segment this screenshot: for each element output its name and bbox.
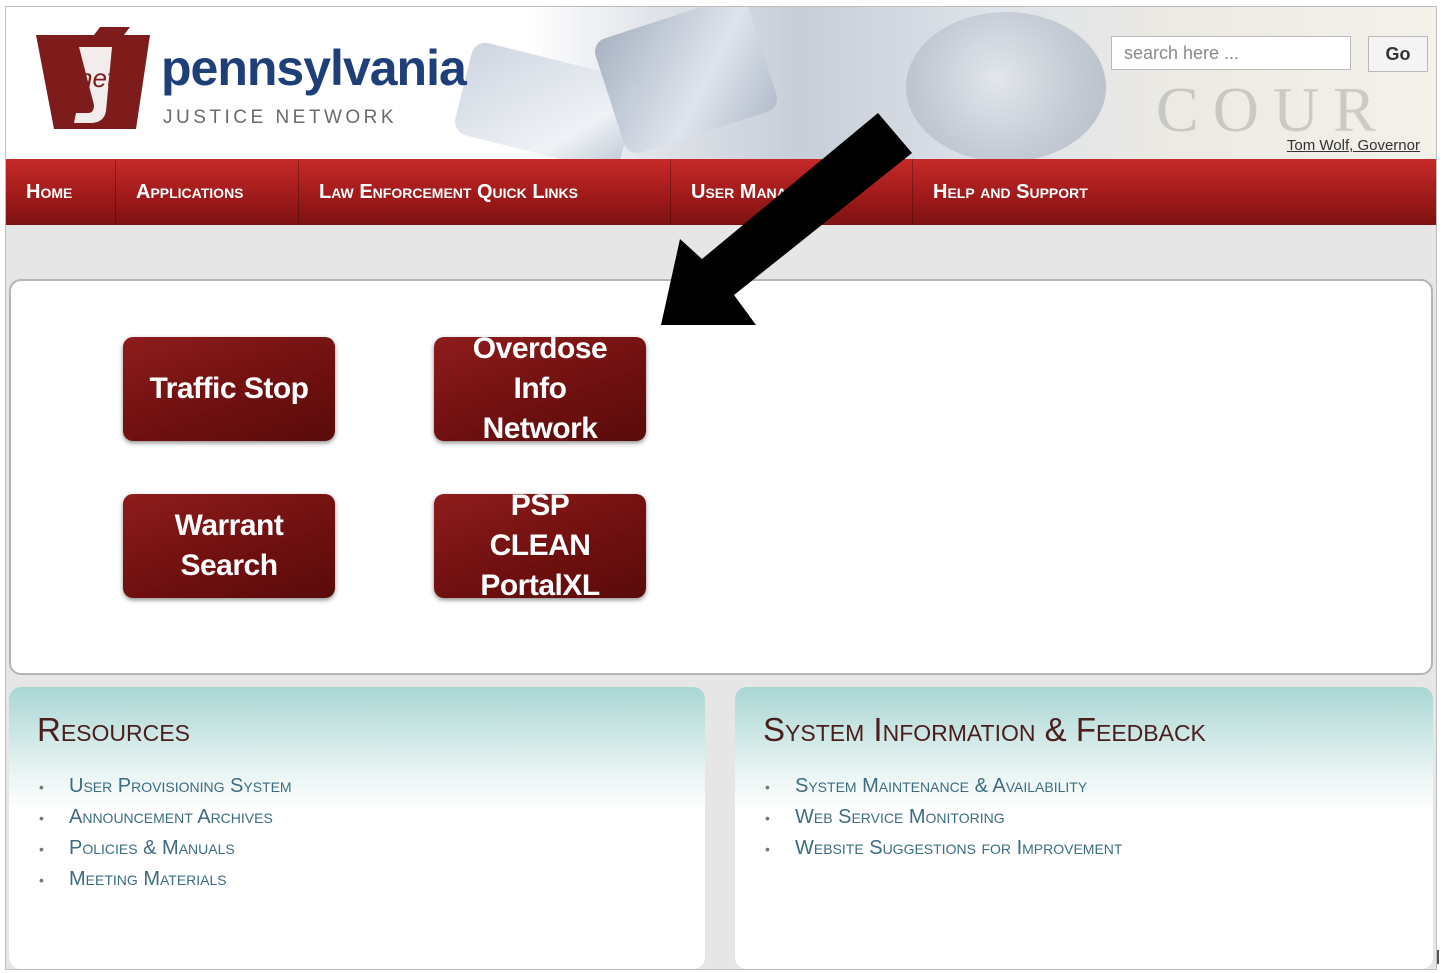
bullet-icon: •	[39, 779, 44, 795]
nav-item-home[interactable]: Home	[6, 159, 116, 225]
list-item[interactable]: • User Provisioning System	[39, 771, 292, 802]
jnet-logo-icon[interactable]: net	[34, 25, 152, 137]
tile-label: Warrant Search	[174, 509, 284, 582]
website-suggestions-link[interactable]: Website Suggestions for Improvement	[795, 837, 1122, 859]
system-info-title: System Information & Feedback	[763, 711, 1206, 748]
system-info-box: System Information & Feedback • System Ma…	[735, 687, 1433, 969]
search-go-button[interactable]: Go	[1368, 36, 1428, 72]
list-item[interactable]: • Announcement Archives	[39, 802, 292, 833]
resources-box: Resources • User Provisioning System • Ann…	[9, 687, 705, 969]
scrollbar-edge[interactable]	[1437, 950, 1439, 964]
banner-court-text: COUR	[1156, 74, 1390, 145]
nav-item-law-enforcement-quick-links[interactable]: Law Enforcement Quick Links	[299, 159, 671, 225]
announcement-archives-link[interactable]: Announcement Archives	[69, 806, 273, 828]
user-provisioning-system-link[interactable]: User Provisioning System	[69, 775, 292, 797]
bullet-icon: •	[765, 841, 770, 857]
logo-net-text: net	[78, 63, 116, 93]
system-maintenance-link[interactable]: System Maintenance & Availability	[795, 775, 1087, 797]
list-item[interactable]: • Website Suggestions for Improvement	[765, 833, 1122, 864]
psp-clean-portalxl-button[interactable]: PSP CLEAN PortalXL	[434, 489, 646, 602]
nav-item-help-and-support[interactable]: Help and Support	[913, 159, 1108, 225]
nav-item-applications[interactable]: Applications	[116, 159, 299, 225]
bullet-icon: •	[39, 810, 44, 826]
governor-link[interactable]: Tom Wolf, Governor	[1287, 137, 1420, 154]
meeting-materials-link[interactable]: Meeting Materials	[69, 868, 227, 890]
search-input[interactable]	[1111, 36, 1351, 70]
tile-label: Overdose Info Network	[472, 332, 608, 445]
banner-police-badge-image	[906, 12, 1106, 159]
list-item[interactable]: • Meeting Materials	[39, 864, 292, 895]
list-item[interactable]: • Policies & Manuals	[39, 833, 292, 864]
annotation-arrow-icon	[661, 113, 912, 325]
bullet-icon: •	[39, 872, 44, 888]
warrant-search-button[interactable]: Warrant Search	[123, 494, 335, 598]
site-subtitle: JUSTICE NETWORK	[163, 107, 398, 128]
system-info-list: • System Maintenance & Availability • Web …	[765, 771, 1122, 864]
bullet-icon: •	[765, 779, 770, 795]
web-service-monitoring-link[interactable]: Web Service Monitoring	[795, 806, 1005, 828]
page-frame: COUR net pennsylvania JUSTICE NETWORK Go…	[5, 6, 1437, 970]
bullet-icon: •	[39, 841, 44, 857]
resources-title: Resources	[37, 711, 190, 748]
overdose-info-network-button[interactable]: Overdose Info Network	[434, 332, 646, 445]
bullet-icon: •	[765, 810, 770, 826]
site-title[interactable]: pennsylvania	[161, 39, 467, 97]
list-item[interactable]: • System Maintenance & Availability	[765, 771, 1122, 802]
list-item[interactable]: • Web Service Monitoring	[765, 802, 1122, 833]
traffic-stop-button[interactable]: Traffic Stop	[123, 337, 335, 441]
resources-list: • User Provisioning System • Announcement …	[39, 771, 292, 895]
policies-manuals-link[interactable]: Policies & Manuals	[69, 837, 235, 859]
tile-label: PSP CLEAN PortalXL	[480, 489, 600, 602]
tile-label: Traffic Stop	[149, 372, 309, 405]
